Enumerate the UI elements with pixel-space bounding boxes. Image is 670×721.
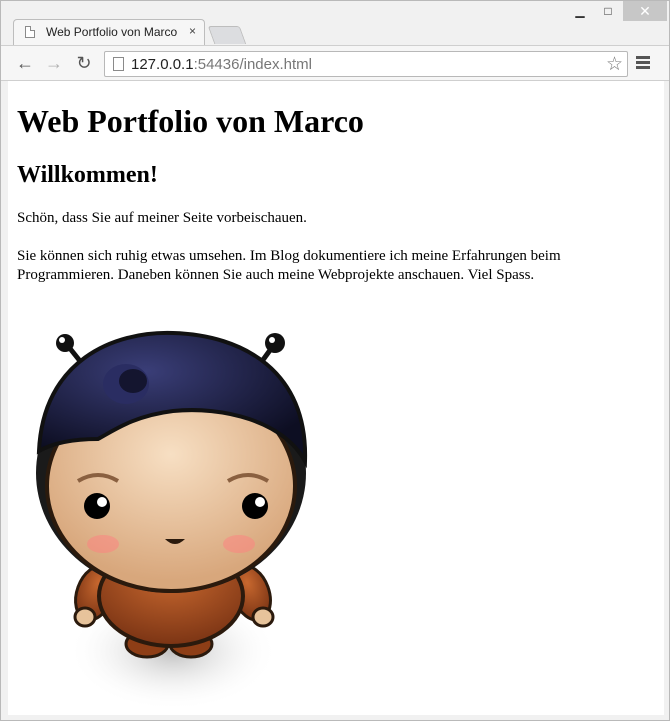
browser-window: Web Portfolio von Marco × ▁ □ ✕ ← → ↻ 12… xyxy=(0,0,670,721)
description-paragraph: Sie können sich ruhig etwas umsehen. Im … xyxy=(17,248,561,283)
back-button[interactable]: ← xyxy=(14,52,36,74)
menu-icon[interactable] xyxy=(636,56,650,70)
maximize-button[interactable]: □ xyxy=(595,1,621,21)
page-icon xyxy=(113,57,124,71)
intro-paragraph: Schön, dass Sie auf meiner Seite vorbeis… xyxy=(17,210,307,226)
page-title: Web Portfolio von Marco xyxy=(17,103,364,139)
browser-toolbar: ← → ↻ 127.0.0.1:54436/index.html ☆ xyxy=(1,45,669,81)
page-viewport: Web Portfolio von Marco Willkommen! Schö… xyxy=(8,81,664,715)
page-icon xyxy=(25,26,35,38)
url-path: :54436/index.html xyxy=(193,56,312,73)
url-text[interactable]: 127.0.0.1:54436/index.html xyxy=(131,56,312,73)
tab-title: Web Portfolio von Marco xyxy=(46,25,178,39)
mascot-illustration xyxy=(36,330,308,711)
url-host: 127.0.0.1 xyxy=(131,56,194,73)
tab-close-icon[interactable]: × xyxy=(189,24,196,38)
bookmark-star-icon[interactable]: ☆ xyxy=(606,53,623,76)
welcome-heading: Willkommen! xyxy=(17,162,158,188)
tab-active[interactable]: Web Portfolio von Marco × xyxy=(13,19,205,45)
address-bar[interactable]: 127.0.0.1:54436/index.html ☆ xyxy=(104,51,628,77)
forward-button[interactable]: → xyxy=(43,52,65,74)
close-window-button[interactable]: ✕ xyxy=(623,1,667,21)
title-bar: Web Portfolio von Marco × ▁ □ ✕ xyxy=(1,1,669,45)
new-tab-button[interactable] xyxy=(207,26,247,44)
reload-button[interactable]: ↻ xyxy=(73,52,95,74)
minimize-button[interactable]: ▁ xyxy=(567,1,593,21)
